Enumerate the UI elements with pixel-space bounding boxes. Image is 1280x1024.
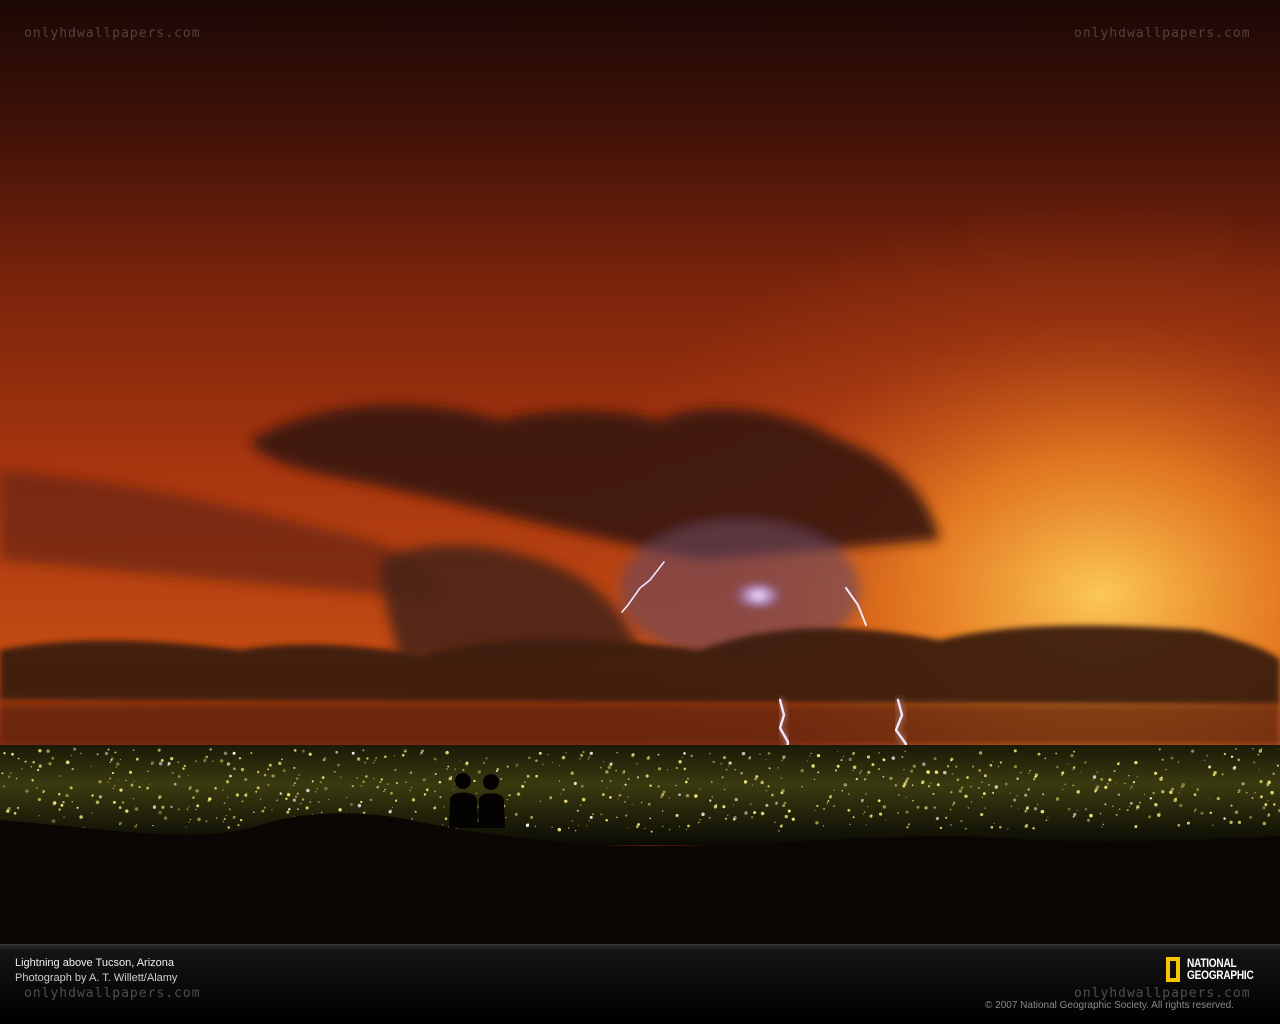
photo-credit: Photograph by A. T. Willett/Alamy	[15, 972, 178, 984]
watermark-top-right: onlyhdwallpapers.com	[1074, 26, 1251, 41]
watermark-bottom-right: onlyhdwallpapers.com	[1074, 986, 1251, 1001]
lightning-storm-photo	[0, 0, 1280, 944]
city-lights	[0, 745, 1280, 845]
photo-title: Lightning above Tucson, Arizona	[15, 957, 175, 969]
logo-line-1: NATIONAL	[1187, 958, 1237, 970]
logo-line-2: GEOGRAPHIC	[1187, 970, 1254, 982]
watermark-top-left: onlyhdwallpapers.com	[24, 26, 201, 41]
caption-bar: Lightning above Tucson, Arizona Photogra…	[0, 944, 1280, 1024]
copyright-notice: © 2007 National Geographic Society. All …	[985, 1000, 1234, 1011]
national-geographic-logo: NATIONAL GEOGRAPHIC	[1166, 957, 1266, 987]
wallpaper-photo: onlyhdwallpapers.com onlyhdwallpapers.co…	[0, 0, 1280, 1024]
watermark-bottom-left: onlyhdwallpapers.com	[24, 986, 201, 1001]
yellow-border-icon	[1166, 957, 1180, 982]
